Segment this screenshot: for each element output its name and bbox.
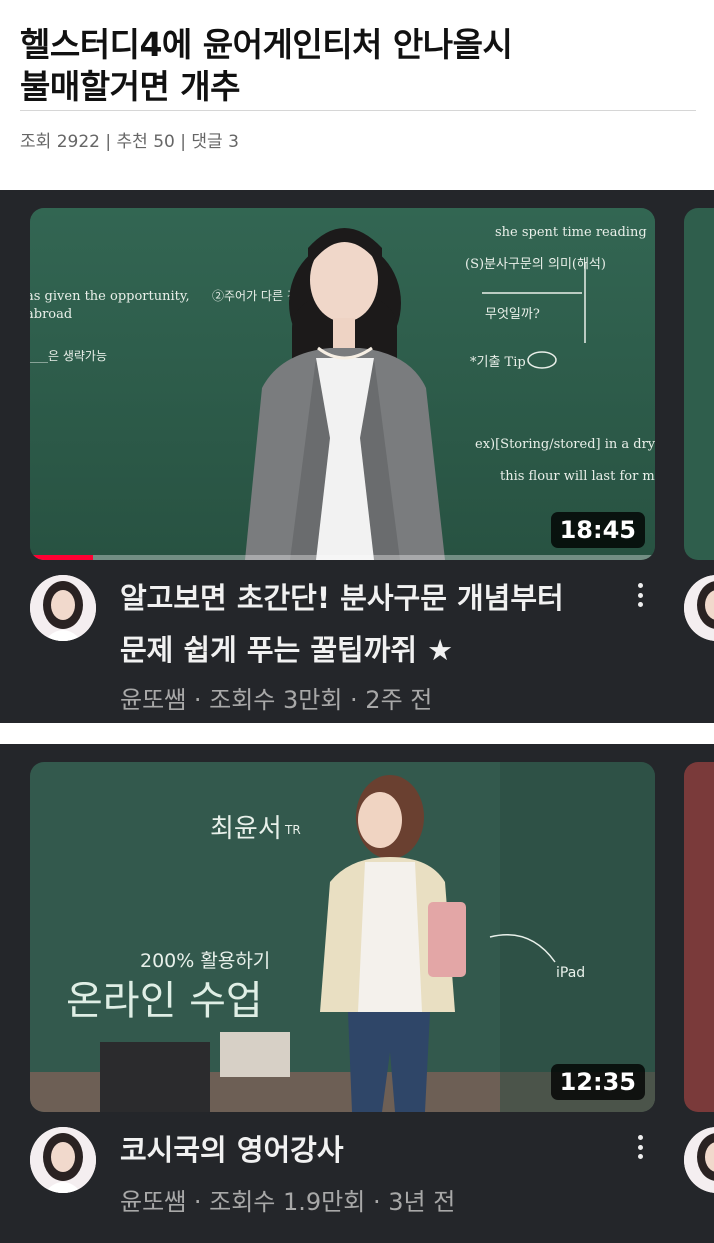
post-title-line1: 헬스터디4에 윤어게인티처 안나올시 bbox=[20, 25, 513, 64]
thumbnail-image: she spent time reading (S)분사구문의 의미(해석) a… bbox=[30, 208, 655, 560]
channel-avatar[interactable] bbox=[30, 1127, 96, 1193]
more-options-icon[interactable] bbox=[630, 1132, 650, 1162]
header-divider bbox=[20, 110, 696, 111]
next-video-thumbnail-peek[interactable] bbox=[684, 208, 714, 560]
video-card[interactable]: 최윤서 TR 200% 활용하기 온라인 수업 iPad 12:35 코시국의 … bbox=[0, 744, 714, 1243]
views-count: 2922 bbox=[56, 132, 100, 152]
post-title: 헬스터디4에 윤어게인티처 안나올시 불매할거면 개추 bbox=[20, 24, 696, 108]
board-text: this flour will last for mont bbox=[500, 469, 655, 484]
watch-progress-fill bbox=[30, 555, 93, 560]
video-title[interactable]: 알고보면 초간단! 분사구문 개념부터 문제 쉽게 푸는 꿀팁까쥐 ★ bbox=[120, 572, 620, 676]
watch-progress-bar bbox=[30, 555, 655, 560]
video-title-line1: 코시국의 영어강사 bbox=[120, 1133, 344, 1167]
board-text: 200% 활용하기 bbox=[140, 950, 270, 972]
board-text: ex)[Storing/stored] in a dry pl bbox=[475, 437, 655, 452]
post-header: 헬스터디4에 윤어게인티처 안나올시 불매할거면 개추 bbox=[20, 24, 696, 108]
video-title-line2: 문제 쉽게 푸는 꿀팁까쥐 ★ bbox=[120, 633, 454, 667]
video-thumbnail[interactable]: 최윤서 TR 200% 활용하기 온라인 수업 iPad 12:35 bbox=[30, 762, 655, 1112]
avatar-image bbox=[684, 575, 714, 641]
video-thumbnail[interactable]: she spent time reading (S)분사구문의 의미(해석) a… bbox=[30, 208, 655, 560]
board-text: 온라인 수업 bbox=[66, 978, 263, 1024]
video-meta: 윤또쌤 · 조회수 3만회 · 2주 전 bbox=[120, 686, 433, 714]
channel-avatar[interactable] bbox=[30, 575, 96, 641]
video-duration: 18:45 bbox=[550, 512, 645, 548]
views-label: 조회 bbox=[20, 132, 52, 152]
next-channel-avatar[interactable] bbox=[684, 1127, 714, 1193]
board-text: abroad bbox=[30, 307, 72, 322]
board-text: 최윤서 bbox=[210, 814, 282, 844]
video-title-line1: 알고보면 초간단! 분사구문 개념부터 bbox=[120, 581, 564, 615]
board-text: ___은 생략가능 bbox=[30, 349, 107, 363]
comments-label: 댓글 bbox=[191, 132, 223, 152]
board-text: as given the opportunity, bbox=[30, 289, 190, 304]
board-text: *기출 Tip bbox=[470, 355, 526, 370]
avatar-image bbox=[684, 1127, 714, 1193]
likes-count: 50 bbox=[153, 132, 175, 152]
video-duration: 12:35 bbox=[550, 1064, 645, 1100]
board-text: 무엇일까? bbox=[485, 307, 540, 322]
thumbnail-image: 최윤서 TR 200% 활용하기 온라인 수업 iPad bbox=[30, 762, 655, 1112]
meta-separator: | bbox=[174, 132, 192, 152]
next-video-thumbnail-peek[interactable] bbox=[684, 762, 714, 1112]
board-text: TR bbox=[284, 823, 301, 837]
more-options-icon[interactable] bbox=[630, 580, 650, 610]
avatar-image bbox=[30, 575, 96, 641]
video-card[interactable]: she spent time reading (S)분사구문의 의미(해석) a… bbox=[0, 190, 714, 723]
video-title[interactable]: 코시국의 영어강사 bbox=[120, 1124, 620, 1176]
video-meta: 윤또쌤 · 조회수 1.9만회 · 3년 전 bbox=[120, 1188, 456, 1216]
post-title-line2: 불매할거면 개추 bbox=[20, 67, 241, 106]
board-text: iPad bbox=[556, 965, 585, 981]
post-meta: 조회 2922 | 추천 50 | 댓글 3 bbox=[20, 127, 239, 152]
meta-separator: | bbox=[99, 132, 117, 152]
board-text: she spent time reading bbox=[495, 225, 647, 240]
next-channel-avatar[interactable] bbox=[684, 575, 714, 641]
comments-count: 3 bbox=[228, 132, 239, 152]
avatar-image bbox=[30, 1127, 96, 1193]
likes-label: 추천 bbox=[116, 132, 148, 152]
